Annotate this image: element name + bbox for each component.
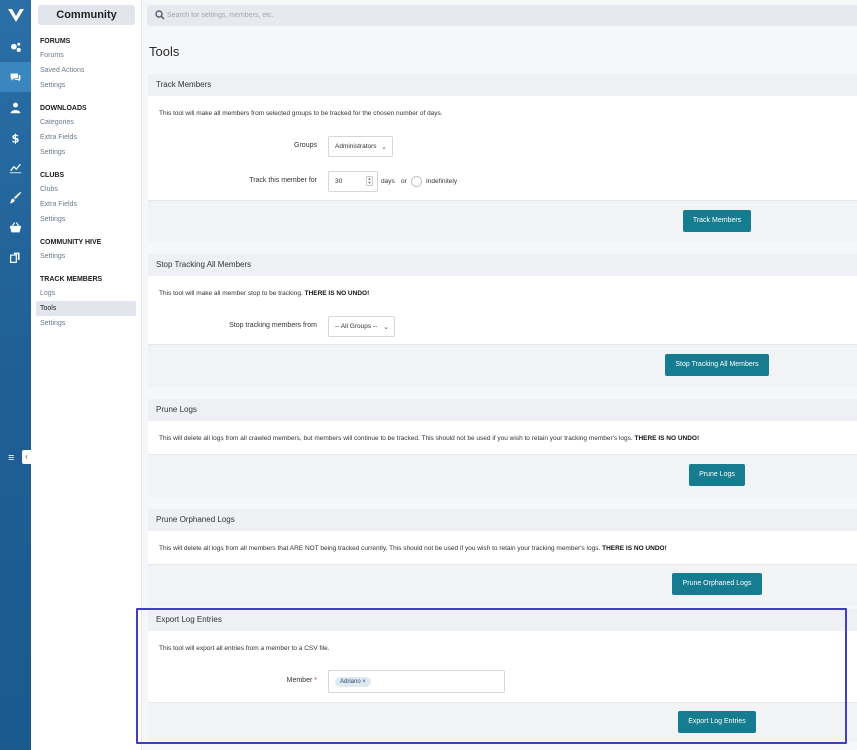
subnav-group-track-members: TRACK MEMBERS (40, 276, 103, 283)
days-value: 30 (335, 178, 343, 185)
stop-tracking-warning: THERE IS NO UNDO! (304, 290, 370, 297)
chevron-down-icon: ⌄ (381, 144, 387, 151)
subnav-item-downloads-settings[interactable]: Settings (40, 149, 65, 156)
chevron-left-icon[interactable]: ‹ (22, 450, 31, 464)
search-input[interactable] (167, 8, 467, 23)
stop-tracking-header: Stop Tracking All Members (148, 254, 857, 276)
subnav-item-track-settings[interactable]: Settings (40, 320, 65, 327)
subnav-header: Community (38, 5, 135, 25)
subnav-item-clubs-extra-fields[interactable]: Extra Fields (40, 201, 77, 208)
prune-logs-description: This will delete all logs from all crawl… (148, 421, 857, 454)
highlight-box (136, 608, 847, 744)
subnav-group-downloads: DOWNLOADS (40, 105, 87, 112)
support-copy-icon[interactable] (0, 242, 31, 272)
days-suffix: days (381, 178, 395, 185)
search-icon (155, 10, 165, 20)
indefinitely-radio[interactable] (411, 176, 422, 187)
prune-logs-footer (148, 454, 857, 497)
subnav-item-saved-actions[interactable]: Saved Actions (40, 67, 84, 74)
prune-logs-header: Prune Logs (148, 399, 857, 421)
groups-select[interactable]: Administrators ⌄ (328, 136, 393, 157)
search-bar (147, 5, 857, 26)
prune-orphaned-desc-text: This will delete all logs from all membe… (159, 545, 601, 552)
stop-tracking-groups-select[interactable]: -- All Groups -- ⌄ (328, 316, 395, 337)
subnav-group-community-hive: COMMUNITY HIVE (40, 239, 102, 246)
subnav-item-forums[interactable]: Forums (40, 52, 64, 59)
subnav-item-downloads-extra-fields[interactable]: Extra Fields (40, 134, 77, 141)
track-members-button[interactable]: Track Members (683, 210, 751, 232)
subnav-item-forums-settings[interactable]: Settings (40, 82, 65, 89)
stop-tracking-from-label: Stop tracking members from (229, 322, 317, 329)
prune-orphaned-header: Prune Orphaned Logs (148, 509, 857, 531)
days-number-input[interactable]: 30 ▲ ▼ (328, 171, 378, 192)
prune-orphaned-warning: THERE IS NO UNDO! (602, 545, 667, 552)
subnav-group-forums: FORUMS (40, 38, 71, 45)
community-chat-icon[interactable] (0, 62, 31, 92)
subnav-item-categories[interactable]: Categories (40, 119, 74, 126)
page-title: Tools (149, 44, 180, 59)
chevron-down-icon: ⌄ (383, 324, 389, 331)
indefinitely-label: Indefinitely (426, 178, 458, 185)
system-gears-icon[interactable] (0, 32, 31, 62)
stop-tracking-description: This tool will make all member stop to b… (148, 276, 857, 312)
prune-orphaned-button[interactable]: Prune Orphaned Logs (672, 573, 762, 595)
subnav-item-tools[interactable]: Tools (40, 305, 56, 312)
prune-orphaned-description: This will delete all logs from all membe… (148, 531, 857, 564)
logo-icon[interactable] (0, 0, 31, 31)
stop-tracking-button[interactable]: Stop Tracking All Members (665, 354, 769, 376)
commerce-dollar-icon[interactable]: $ (0, 122, 31, 152)
track-members-header: Track Members (148, 74, 857, 96)
collapse-menu[interactable]: ≡ ‹ (0, 448, 31, 466)
groups-label: Groups (294, 142, 317, 149)
or-label: or (401, 178, 407, 185)
svg-text:$: $ (11, 131, 19, 144)
marketplace-basket-icon[interactable] (0, 212, 31, 242)
community-subnav: Community FORUMS Forums Saved Actions Se… (31, 0, 142, 750)
subnav-item-logs[interactable]: Logs (40, 290, 55, 297)
hamburger-icon[interactable]: ≡ (8, 452, 14, 464)
customization-brush-icon[interactable] (0, 182, 31, 212)
groups-select-value: Administrators (335, 143, 377, 150)
members-user-icon[interactable] (0, 92, 31, 122)
track-members-description: This tool will make all members from sel… (148, 96, 857, 132)
stop-tracking-desc-text: This tool will make all member stop to b… (159, 290, 303, 297)
prune-logs-button[interactable]: Prune Logs (689, 464, 745, 486)
spinner-arrows-icon[interactable]: ▲ ▼ (366, 176, 373, 186)
prune-logs-warning: THERE IS NO UNDO! (634, 435, 700, 442)
subnav-item-clubs[interactable]: Clubs (40, 186, 58, 193)
track-duration-label: Track this member for (249, 177, 317, 184)
stats-chart-icon[interactable] (0, 152, 31, 182)
stop-tracking-select-value: -- All Groups -- (335, 323, 378, 330)
icon-rail: $ ≡ ‹ (0, 0, 31, 750)
subnav-item-clubs-settings[interactable]: Settings (40, 216, 65, 223)
prune-logs-desc-text: This will delete all logs from all crawl… (159, 435, 633, 442)
subnav-item-community-hive-settings[interactable]: Settings (40, 253, 65, 260)
subnav-group-clubs: CLUBS (40, 172, 65, 179)
